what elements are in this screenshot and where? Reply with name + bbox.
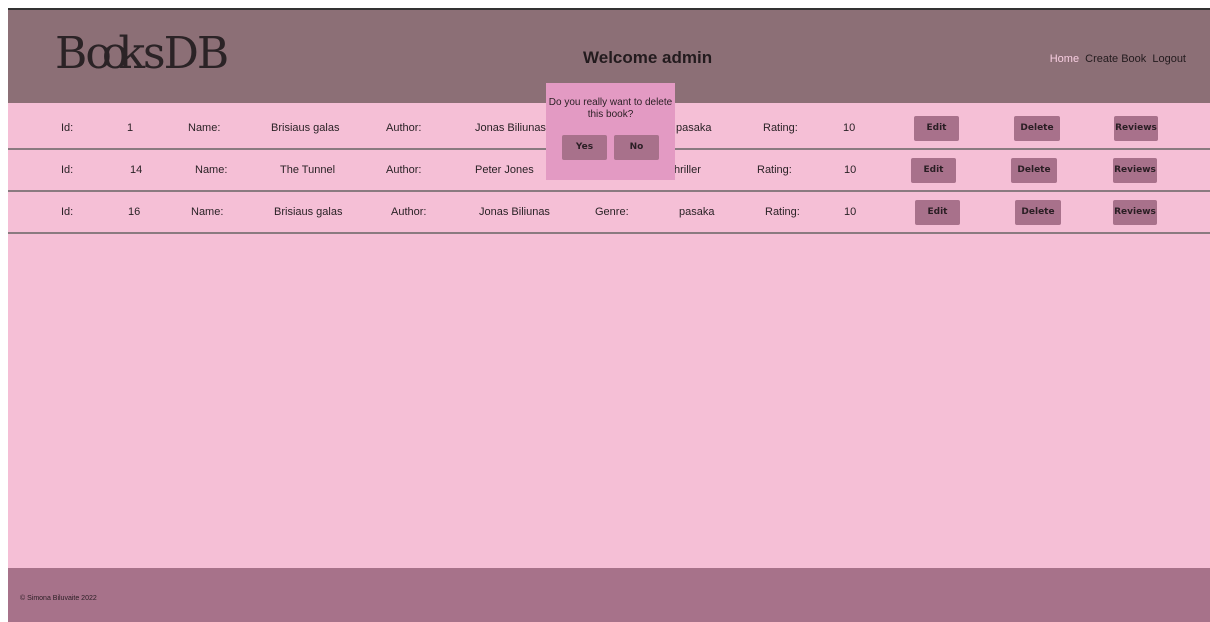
- genre-value: pasaka: [679, 206, 715, 218]
- name-value: Brisiaus galas: [271, 122, 340, 134]
- rating-label: Rating:: [757, 164, 792, 176]
- id-value: 14: [130, 164, 143, 176]
- delete-confirmation-message: Do you really want to delete this book?: [548, 97, 673, 120]
- id-value: 1: [127, 122, 134, 134]
- id-label: Id:: [61, 206, 74, 218]
- author-label: Author:: [386, 164, 422, 176]
- reviews-button[interactable]: Reviews: [1114, 116, 1158, 141]
- confirm-yes-button[interactable]: Yes: [562, 135, 607, 160]
- name-value: The Tunnel: [280, 164, 336, 176]
- id-label: Id:: [61, 164, 74, 176]
- author-label: Author:: [391, 206, 427, 218]
- logo-text-3: ksDB: [118, 28, 229, 79]
- rating-value: 10: [844, 164, 857, 176]
- edit-button[interactable]: Edit: [914, 116, 959, 141]
- name-label: Name:: [191, 206, 224, 218]
- genre-value: pasaka: [676, 122, 712, 134]
- footer: © Simona Biluvaite 2022: [8, 568, 1210, 622]
- rating-label: Rating:: [765, 206, 800, 218]
- genre-value: hriller: [674, 164, 701, 176]
- rating-label: Rating:: [763, 122, 798, 134]
- author-value: Jonas Biliunas: [479, 206, 550, 218]
- delete-button[interactable]: Delete: [1011, 158, 1057, 183]
- nav-home-link[interactable]: Home: [1050, 53, 1079, 65]
- logo-text-2: oo: [85, 28, 128, 79]
- author-label: Author:: [386, 122, 422, 134]
- name-label: Name:: [188, 122, 221, 134]
- author-value: Jonas Biliunas: [475, 122, 546, 134]
- nav-create-book-link[interactable]: Create Book: [1085, 53, 1146, 65]
- name-label: Name:: [195, 164, 228, 176]
- author-value: Peter Jones: [475, 164, 534, 176]
- app: BooksDB Welcome admin Home Create Book L…: [8, 8, 1210, 622]
- rating-value: 10: [843, 122, 856, 134]
- reviews-button[interactable]: Reviews: [1113, 158, 1157, 183]
- copyright-text: © Simona Biluvaite 2022: [20, 595, 97, 602]
- name-value: Brisiaus galas: [274, 206, 343, 218]
- delete-button[interactable]: Delete: [1015, 200, 1061, 225]
- nav: Home Create Book Logout: [1047, 53, 1186, 65]
- delete-confirmation-dialog: Do you really want to delete this book? …: [546, 83, 675, 180]
- edit-button[interactable]: Edit: [911, 158, 956, 183]
- confirm-no-button[interactable]: No: [614, 135, 659, 160]
- edit-button[interactable]: Edit: [915, 200, 960, 225]
- id-label: Id:: [61, 122, 74, 134]
- logo[interactable]: BooksDB: [55, 28, 229, 79]
- id-value: 16: [128, 206, 141, 218]
- genre-label: Genre:: [595, 206, 629, 218]
- reviews-button[interactable]: Reviews: [1113, 200, 1157, 225]
- book-row: Id: 16 Name: Brisiaus galas Author: Jona…: [8, 192, 1210, 234]
- rating-value: 10: [844, 206, 857, 218]
- nav-logout-link[interactable]: Logout: [1152, 53, 1186, 65]
- welcome-text: Welcome admin: [583, 48, 713, 67]
- delete-button[interactable]: Delete: [1014, 116, 1060, 141]
- logo-text-1: B: [55, 28, 87, 79]
